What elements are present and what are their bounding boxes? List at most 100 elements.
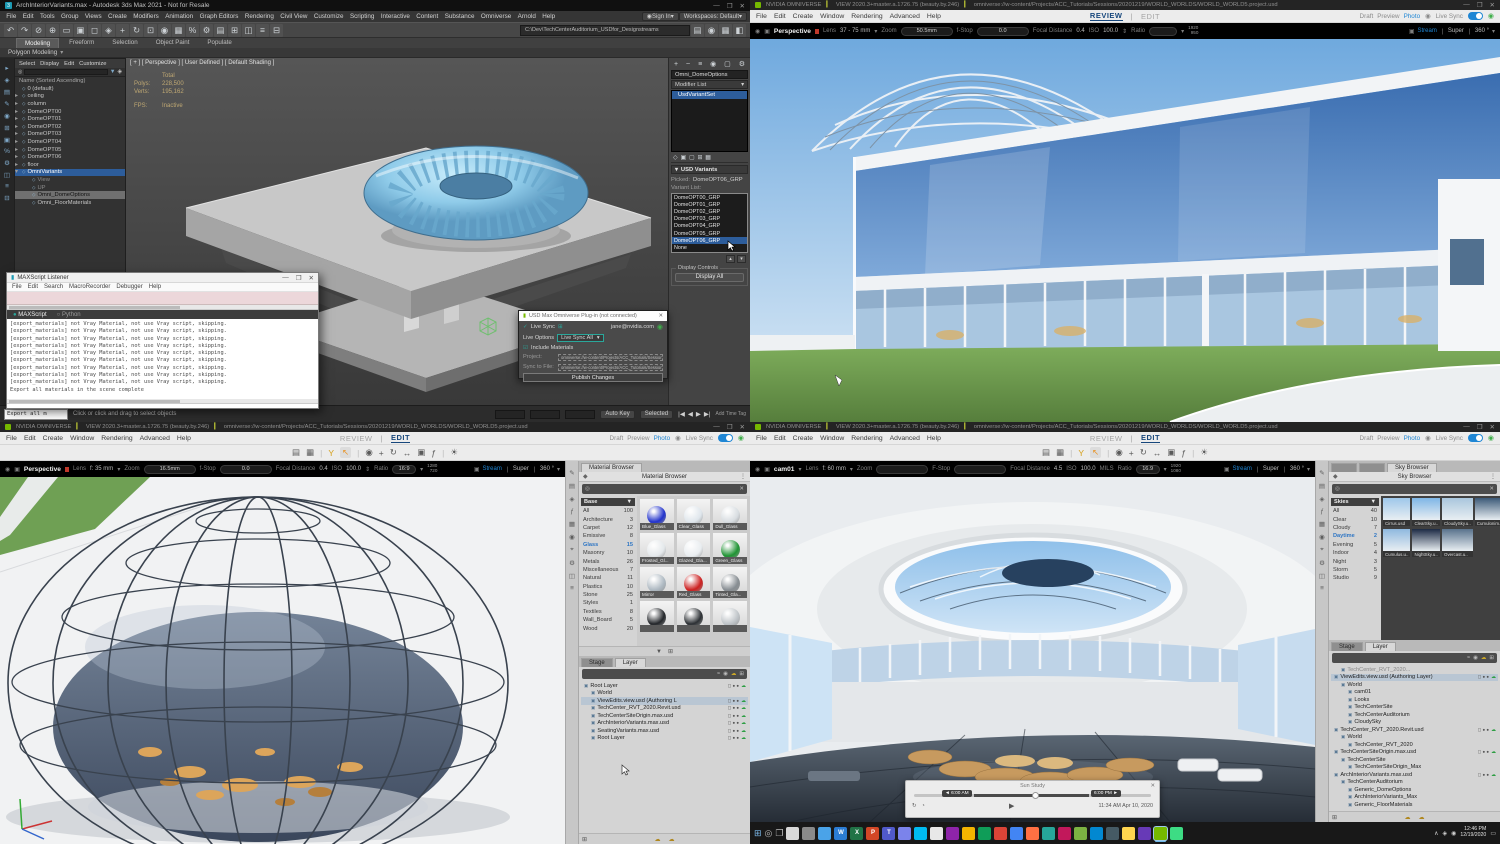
dock-panel-icon[interactable]: ✎ — [569, 469, 574, 477]
layer-row[interactable]: Generic_DomeOptions◻ ● ●☁ — [1331, 786, 1498, 794]
tab-stage[interactable]: Stage — [581, 658, 613, 667]
end-time-pill[interactable]: 6:00 PM ► — [1091, 790, 1121, 797]
listener-scrollbar[interactable] — [7, 305, 318, 310]
material-category[interactable]: All100 — [579, 507, 637, 515]
ov-menu-item[interactable]: Create — [793, 13, 813, 20]
dock-panel-icon[interactable]: ⚙ — [1319, 559, 1325, 567]
taskbar-app-icon[interactable] — [1170, 827, 1183, 840]
project-path-field[interactable]: omniverse://w-content/Projects/ACC_Tutor… — [558, 354, 663, 361]
edit-tool-icon[interactable]: ↔ — [403, 448, 412, 458]
ratio-dropdown[interactable] — [1149, 27, 1177, 36]
dock-panel-icon[interactable]: ◉ — [1319, 533, 1325, 541]
notification-icon[interactable]: ▭ — [1490, 830, 1496, 837]
stack-tool-icon[interactable]: ▢ — [689, 155, 694, 161]
modifier-stack[interactable]: UsdVariantSet — [671, 90, 748, 152]
filter-icon[interactable]: ≈ — [1467, 655, 1470, 661]
sky-item[interactable]: ClearSky.u.. — [1412, 498, 1440, 527]
options-icon[interactable]: ⊞ — [1489, 655, 1494, 661]
taskbar-app-icon[interactable]: P — [866, 827, 879, 840]
layer-row[interactable]: Root Layer◻ ● ●☁ — [581, 735, 748, 743]
max-toolbar-icon[interactable]: % — [186, 24, 199, 37]
dock-panel-icon[interactable]: ◈ — [1320, 495, 1325, 503]
explorer-item[interactable]: ▸ DomeOPT03 — [15, 131, 125, 139]
pano-360-button[interactable]: 360 ° — [540, 466, 554, 472]
sign-in-button[interactable]: ◉ Sign In ▾ — [642, 12, 679, 21]
max-menu-item[interactable]: Civil View — [277, 13, 311, 20]
zoom-slider[interactable] — [876, 465, 928, 474]
dock-icon[interactable]: ⊟ — [4, 194, 9, 202]
maxscript-listener-window[interactable]: ▮ MAXScript Listener —❐✕ FileEditSearchM… — [6, 272, 319, 409]
ov-menu-item[interactable]: Edit — [24, 435, 36, 442]
dock-icon[interactable]: ≡ — [5, 183, 9, 190]
mode-review[interactable]: REVIEW — [340, 434, 373, 443]
explorer-item[interactable]: 0 (default) — [15, 85, 125, 93]
material-category[interactable]: Architecture3 — [579, 515, 637, 523]
layer-row-controls[interactable]: ◻ ● ● — [1478, 772, 1489, 778]
dock-panel-icon[interactable]: ◈ — [570, 495, 575, 503]
camera-icon[interactable]: ▣ — [764, 28, 770, 35]
stream-button[interactable]: Stream — [1232, 466, 1251, 472]
variant-listbox[interactable]: DomeOPT00_GRPDomeOPT01_GRPDomeOPT02_GRPD… — [671, 193, 748, 253]
ov-menu-item[interactable]: Rendering — [851, 13, 882, 20]
display-all-button[interactable]: Display All — [675, 273, 744, 282]
variant-item[interactable]: DomeOPT01_GRP — [672, 201, 747, 208]
layer-row-controls[interactable]: ◻ ● ● — [728, 698, 739, 704]
stack-tool-icon[interactable]: ▣ — [680, 155, 685, 161]
edit-tool-icon[interactable]: + — [379, 448, 384, 458]
max-menu-item[interactable]: Interactive — [378, 13, 413, 20]
taskbar-app-icon[interactable] — [898, 827, 911, 840]
ov-window-controls[interactable]: —❐✕ — [1463, 1, 1495, 9]
move-up-button[interactable]: ▴ — [726, 255, 735, 263]
material-item[interactable] — [713, 601, 747, 632]
dock-icon[interactable]: ◉ — [4, 112, 10, 120]
material-category[interactable]: Emissive8 — [579, 532, 637, 540]
include-materials-checkbox[interactable]: ☑ — [523, 345, 528, 351]
max-menu-item[interactable]: Scripting — [347, 13, 378, 20]
zoom-slider[interactable]: 16.5mm — [144, 465, 196, 474]
edit-tool-icon[interactable]: ↻ — [390, 447, 397, 458]
listener-menu-item[interactable]: Help — [149, 284, 161, 290]
speaker-icon[interactable]: ◉ — [675, 435, 681, 442]
edit-tool-icon[interactable]: ƒ — [431, 448, 436, 458]
tab-layer[interactable]: Layer — [615, 658, 646, 667]
sky-item[interactable]: Overcast.u.. — [1442, 529, 1473, 558]
material-category[interactable]: Styles1 — [579, 599, 637, 607]
taskbar-app-icon[interactable] — [802, 827, 815, 840]
clear-search-icon[interactable]: ✕ — [739, 486, 744, 492]
stack-tool-icon[interactable]: ▦ — [705, 155, 710, 161]
sky-category[interactable]: Studio9 — [1329, 574, 1381, 582]
edit-tool-icon[interactable]: | — [1192, 448, 1194, 458]
layer-row[interactable]: TechCenterSiteOrigin.max.usd◻ ● ●☁ — [581, 712, 748, 720]
explorer-item[interactable]: ▸ ceiling — [15, 93, 125, 101]
viewport-label[interactable]: [ + ] [ Perspective ] [ User Defined ] [… — [130, 60, 274, 66]
material-category[interactable]: Metals26 — [579, 557, 637, 565]
sky-category[interactable]: Night3 — [1329, 557, 1381, 565]
max-toolbar-icon[interactable]: ↻ — [130, 24, 143, 37]
ov-menu-item[interactable]: Create — [43, 435, 63, 442]
eye-icon[interactable]: ◉ — [5, 466, 10, 473]
edit-tool-icon[interactable]: | — [357, 448, 359, 458]
variant-item[interactable]: DomeOPT05_GRP — [672, 230, 747, 237]
listener-output[interactable]: [export_materials] not Vray Material, no… — [7, 319, 318, 399]
layer-row-controls[interactable]: ◻ ● ● — [728, 728, 739, 734]
layer-row-controls[interactable]: ◻ ● ● — [728, 735, 739, 741]
dock-panel-icon[interactable]: ≡ — [1320, 585, 1324, 592]
taskbar-app-icon[interactable] — [1138, 827, 1151, 840]
max-menu-item[interactable]: Modifiers — [130, 13, 162, 20]
layer-row[interactable]: World◻ ● ●☁ — [1331, 681, 1498, 689]
layer-row[interactable]: TechCenterSite◻ ● ●☁ — [1331, 756, 1498, 764]
edit-tool-icon[interactable]: ◉ — [1115, 447, 1122, 458]
tab-material-browser[interactable]: Material Browser — [581, 463, 642, 472]
taskbar-app-icon[interactable] — [1026, 827, 1039, 840]
layer-row[interactable]: TechCenter_RVT_2020...◻ ● ●☁ — [1331, 666, 1498, 674]
layer-row[interactable]: CloudySky◻ ● ●☁ — [1331, 719, 1498, 727]
category-filter-dropdown[interactable]: Base▼ — [581, 498, 635, 506]
max-toolbar-icon[interactable]: ↷ — [18, 24, 31, 37]
max-menu-item[interactable]: Substance — [442, 13, 478, 20]
listener-menu-item[interactable]: File — [12, 284, 22, 290]
taskbar-app-icon[interactable] — [1122, 827, 1135, 840]
layer-row-controls[interactable]: ◻ ● ● — [728, 713, 739, 719]
explorer-item[interactable]: ▸ DomeOPT02 — [15, 123, 125, 131]
explorer-item[interactable]: ▸ floor — [15, 161, 125, 169]
time-slider-knob[interactable] — [1032, 792, 1039, 799]
